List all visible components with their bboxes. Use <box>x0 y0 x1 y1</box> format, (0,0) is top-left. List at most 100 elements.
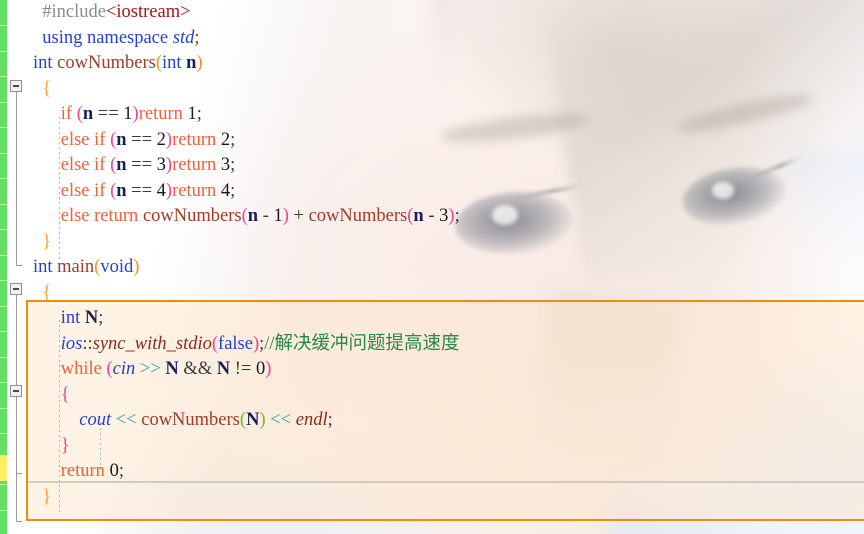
fold-foot-cowNumbers <box>16 265 22 266</box>
code-token: 2 <box>156 129 166 150</box>
code-line[interactable]: } <box>33 434 864 460</box>
code-token: ; <box>230 129 236 150</box>
code-token: N <box>246 410 260 430</box>
code-token: cowNumbers <box>141 410 240 430</box>
vcs-change-bar[interactable] <box>0 0 7 534</box>
vcs-change-bar-current-segment[interactable] <box>0 455 7 481</box>
code-token: - <box>258 206 274 226</box>
code-token: ios <box>60 333 83 354</box>
code-token: N <box>165 359 179 379</box>
code-token: ; <box>194 27 200 48</box>
code-line[interactable]: int main(void) <box>33 255 864 281</box>
code-token: } <box>42 231 52 252</box>
fold-marker-main[interactable] <box>10 283 22 295</box>
code-token: { <box>42 78 52 99</box>
code-token: ; <box>98 308 104 328</box>
code-token: { <box>42 282 52 303</box>
code-line[interactable]: else return cowNumbers(n - 1) + cowNumbe… <box>33 204 864 230</box>
code-token: cowNumbers <box>308 206 408 226</box>
code-token: //解决缓冲问题提高速度 <box>264 333 460 354</box>
code-token: 1 <box>187 104 197 124</box>
code-token: #include <box>42 2 106 22</box>
code-token: else if <box>60 180 111 201</box>
code-token: } <box>42 486 52 507</box>
code-line[interactable]: } <box>33 485 864 511</box>
code-line[interactable]: #include<iostream> <box>33 0 864 26</box>
code-token: <iostream> <box>105 2 191 22</box>
code-token: return <box>172 129 221 150</box>
code-line[interactable]: } <box>33 230 864 256</box>
code-line[interactable]: using namespace std; <box>33 26 864 52</box>
fold-marker-while[interactable] <box>10 385 22 397</box>
code-line[interactable]: else if (n == 3)return 3; <box>33 153 864 179</box>
code-token: ; <box>230 155 236 175</box>
code-token: else if <box>60 155 111 175</box>
code-token: void <box>100 257 134 277</box>
code-token: << <box>111 410 142 430</box>
code-line[interactable]: if (n == 1)return 1; <box>33 102 864 128</box>
code-token: ) <box>265 359 272 379</box>
code-token: int <box>60 308 85 328</box>
code-token: sync_with_stdio <box>92 333 212 354</box>
code-line[interactable]: { <box>33 383 864 409</box>
code-token: != <box>230 359 257 379</box>
code-line[interactable]: { <box>33 77 864 103</box>
code-line[interactable]: int N; <box>33 306 864 332</box>
fold-line-cowNumbers <box>16 92 17 265</box>
code-token: main <box>57 257 95 277</box>
code-token: cout <box>79 410 112 430</box>
code-token: using namespace <box>42 27 173 48</box>
code-token: endl <box>295 410 328 430</box>
code-token: return <box>172 180 221 201</box>
code-token: false <box>218 333 253 354</box>
code-token: 2 <box>220 129 231 150</box>
code-line[interactable]: else if (n == 4)return 4; <box>33 179 864 205</box>
code-token: n <box>247 206 259 226</box>
code-line[interactable]: while (cin >> N && N != 0) <box>33 357 864 383</box>
code-token: && <box>178 359 217 379</box>
fold-marker-cowNumbers[interactable] <box>10 80 22 92</box>
code-line[interactable]: ios::sync_with_stdio(false);//解决缓冲问题提高速度 <box>33 332 864 358</box>
code-token: + <box>288 206 309 226</box>
code-token: return <box>138 104 188 124</box>
fold-gutter[interactable] <box>7 0 33 534</box>
code-token: int <box>161 53 187 73</box>
code-line[interactable]: return 0; <box>33 459 864 485</box>
code-token: 4 <box>156 180 166 201</box>
code-text-area[interactable]: #include<iostream> using namespace std; i… <box>33 0 864 534</box>
code-token: cowNumbers <box>142 206 242 226</box>
code-token: 1 <box>273 206 283 226</box>
code-line[interactable]: else if (n == 2)return 2; <box>33 128 864 154</box>
code-token: cin <box>112 359 136 379</box>
code-line[interactable]: cout << cowNumbers(N) << endl; <box>33 408 864 434</box>
code-token: return <box>60 461 110 481</box>
code-token: 3 <box>220 155 231 175</box>
code-token: 3 <box>439 206 449 226</box>
code-token: std <box>172 27 195 48</box>
code-token: ; <box>118 461 124 481</box>
code-token: cowNumbers <box>57 53 156 73</box>
fold-foot-while <box>16 473 22 474</box>
code-line[interactable]: { <box>33 281 864 307</box>
code-token: else return <box>60 206 143 226</box>
code-line[interactable]: int cowNumbers(int n) <box>33 51 864 77</box>
code-token: 0 <box>256 359 266 379</box>
code-token: n <box>116 180 127 201</box>
code-token: n <box>82 104 94 124</box>
code-token: == <box>126 129 157 150</box>
code-token: ; <box>327 410 333 430</box>
code-token: 4 <box>220 180 231 201</box>
editor-surface[interactable]: #include<iostream> using namespace std; i… <box>0 0 864 534</box>
code-token: n <box>413 206 424 226</box>
code-token: ; <box>196 104 202 124</box>
code-editor-window: #include<iostream> using namespace std; i… <box>0 0 864 534</box>
